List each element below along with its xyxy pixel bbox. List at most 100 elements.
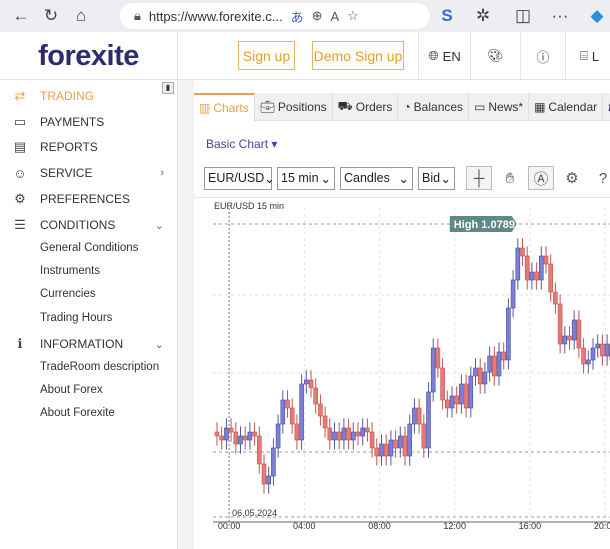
more-icon[interactable]: ··· <box>545 6 575 26</box>
home-icon[interactable]: ⌂ <box>66 6 96 26</box>
theme-button[interactable]: 🎨︎ <box>470 32 520 80</box>
candle-body <box>341 427 347 441</box>
extension-s-icon[interactable]: S <box>432 6 462 26</box>
tab-balances[interactable]: ◔ Balances <box>398 93 470 121</box>
address-bar[interactable]: 🔒︎ https://www.forexite.c... あ ⊕ A ☆ <box>120 3 430 29</box>
candle-body <box>360 427 365 437</box>
candle-body <box>275 423 281 449</box>
sidebar-item-label: REPORTS <box>40 140 98 154</box>
chart-toolbar: EUR/USD ⌄ 15 min ⌄ Candles ⌄ Bid ⌄ ┼ ✋︎ Ⓐ ⚙ … <box>204 166 610 190</box>
interval-select[interactable]: 15 min ⌄ <box>277 166 335 190</box>
candle-body <box>520 247 525 257</box>
tab-news[interactable]: ▭ News* <box>469 93 530 121</box>
read-aloud-icon[interactable]: A <box>331 9 340 24</box>
favorite-icon[interactable]: ☆ <box>347 8 359 24</box>
candle-body <box>336 431 342 441</box>
tab-label: Orders <box>355 100 393 114</box>
sidebar-item-trading[interactable]: ⇄ TRADING <box>0 85 178 107</box>
candle-body <box>576 319 582 349</box>
sign-up-button[interactable]: Sign up <box>238 41 295 70</box>
candle-body <box>440 367 445 401</box>
briefcase-icon: 💼︎ <box>259 100 275 114</box>
document-icon: ▤ <box>13 139 27 154</box>
sidebar-item-conditions[interactable]: ☰ CONDITIONS ⌄ <box>0 214 178 236</box>
reload-icon[interactable]: ↻ <box>36 6 66 26</box>
date-label: 06.05.2024 <box>232 508 277 518</box>
candle-body <box>501 351 507 361</box>
candle-body <box>252 431 257 437</box>
help-button[interactable]: ⓘ <box>520 32 565 80</box>
demo-sign-up-button[interactable]: Demo Sign up <box>312 41 404 70</box>
price-type-select[interactable]: Bid ⌄ <box>418 166 455 190</box>
tab-orders[interactable]: ⛟ Orders <box>333 93 399 121</box>
back-icon[interactable]: ← <box>6 6 36 26</box>
sidebar-link-currencies[interactable]: Currencies <box>40 288 96 300</box>
language-selector[interactable]: 🌐︎ EN <box>418 32 470 80</box>
info-icon: ℹ <box>17 336 23 351</box>
login-button[interactable]: ⌸ L <box>565 32 610 80</box>
candle-body <box>463 383 469 409</box>
chart-icon: ▥ <box>199 101 211 115</box>
settings-icon[interactable]: ⚙ <box>559 166 585 190</box>
candle-body <box>435 347 441 369</box>
sidebar-link-traderoom-description[interactable]: TradeRoom description <box>40 361 159 373</box>
hand-icon[interactable]: ✋︎ <box>497 166 523 190</box>
basic-chart-dropdown[interactable]: Basic Chart ▾ <box>206 137 277 151</box>
candle-body <box>553 291 558 305</box>
translate-icon[interactable]: あ <box>291 7 304 26</box>
chart-type-select[interactable]: Candles ⌄ <box>340 166 413 190</box>
symbol-select[interactable]: EUR/USD ⌄ <box>204 166 275 190</box>
candle-body <box>256 435 262 465</box>
lock-icon: 🔒︎ <box>134 8 141 23</box>
help-icon[interactable]: ? <box>590 166 610 190</box>
sidebar-item-reports[interactable]: ▤ REPORTS <box>0 136 178 158</box>
tab-calendar[interactable]: ▦ Calendar <box>529 93 604 121</box>
gear-icon: ⚙ <box>14 191 26 206</box>
candlestick-chart[interactable]: 00:0004:0008:0012:0016:0020:0006.05.2024… <box>205 198 610 549</box>
candle-body <box>412 407 417 425</box>
tab-positions[interactable]: 💼︎ Positions <box>255 93 333 121</box>
calendar-icon: ▦ <box>534 100 546 114</box>
tab-fx[interactable]: f <box>603 93 610 121</box>
symbol-value: EUR/USD <box>208 171 265 185</box>
candle-body <box>491 355 497 377</box>
candle-body <box>468 375 474 409</box>
candle-body <box>454 395 459 405</box>
sidebar-item-preferences[interactable]: ⚙ PREFERENCES <box>0 188 178 210</box>
candle-body <box>214 431 220 437</box>
logo[interactable]: forexite <box>0 32 178 80</box>
candle-body <box>534 271 539 281</box>
candle-body <box>308 379 314 389</box>
zoom-icon[interactable]: ⊕ <box>312 8 323 24</box>
candle-body <box>398 435 403 449</box>
sidebar-item-payments[interactable]: ▭ PAYMENTS <box>0 111 178 133</box>
panel-gutter <box>178 80 194 549</box>
split-screen-icon[interactable]: ◫ <box>508 6 538 26</box>
candle-body <box>600 343 605 357</box>
login-label: L <box>591 48 600 64</box>
candle-body <box>318 403 323 417</box>
candle-body <box>595 343 601 349</box>
sidebar-link-general-conditions[interactable]: General Conditions <box>40 242 138 254</box>
tab-bar: ▥ Charts 💼︎ Positions ⛟ Orders ◔ Balances ▭ N… <box>194 93 610 121</box>
sidebar-item-information[interactable]: ℹ INFORMATION ⌄ <box>0 333 178 355</box>
sidebar-link-about-forexite[interactable]: About Forexite <box>40 407 115 419</box>
sidebar-item-label: SERVICE <box>40 166 93 180</box>
candle-body <box>233 431 239 445</box>
copilot-icon[interactable]: ◆ <box>582 6 610 26</box>
candle-body <box>548 263 554 293</box>
chevron-right-icon: › <box>160 167 164 179</box>
sidebar-item-label: CONDITIONS <box>40 218 116 232</box>
extensions-icon[interactable]: ✲ <box>468 6 498 26</box>
sidebar-link-about-forex[interactable]: About Forex <box>40 384 103 396</box>
auto-zoom-icon[interactable]: Ⓐ <box>528 166 554 190</box>
candle-body <box>266 475 272 485</box>
candle-body <box>506 307 511 361</box>
candle-body <box>247 431 253 441</box>
sidebar-link-trading-hours[interactable]: Trading Hours <box>40 312 112 324</box>
tab-charts[interactable]: ▥ Charts <box>194 93 255 121</box>
crosshair-icon[interactable]: ┼ <box>466 166 492 190</box>
sidebar-item-service[interactable]: ☺ SERVICE › <box>0 162 178 184</box>
sidebar-link-instruments[interactable]: Instruments <box>40 265 100 277</box>
candle-body <box>562 335 568 345</box>
